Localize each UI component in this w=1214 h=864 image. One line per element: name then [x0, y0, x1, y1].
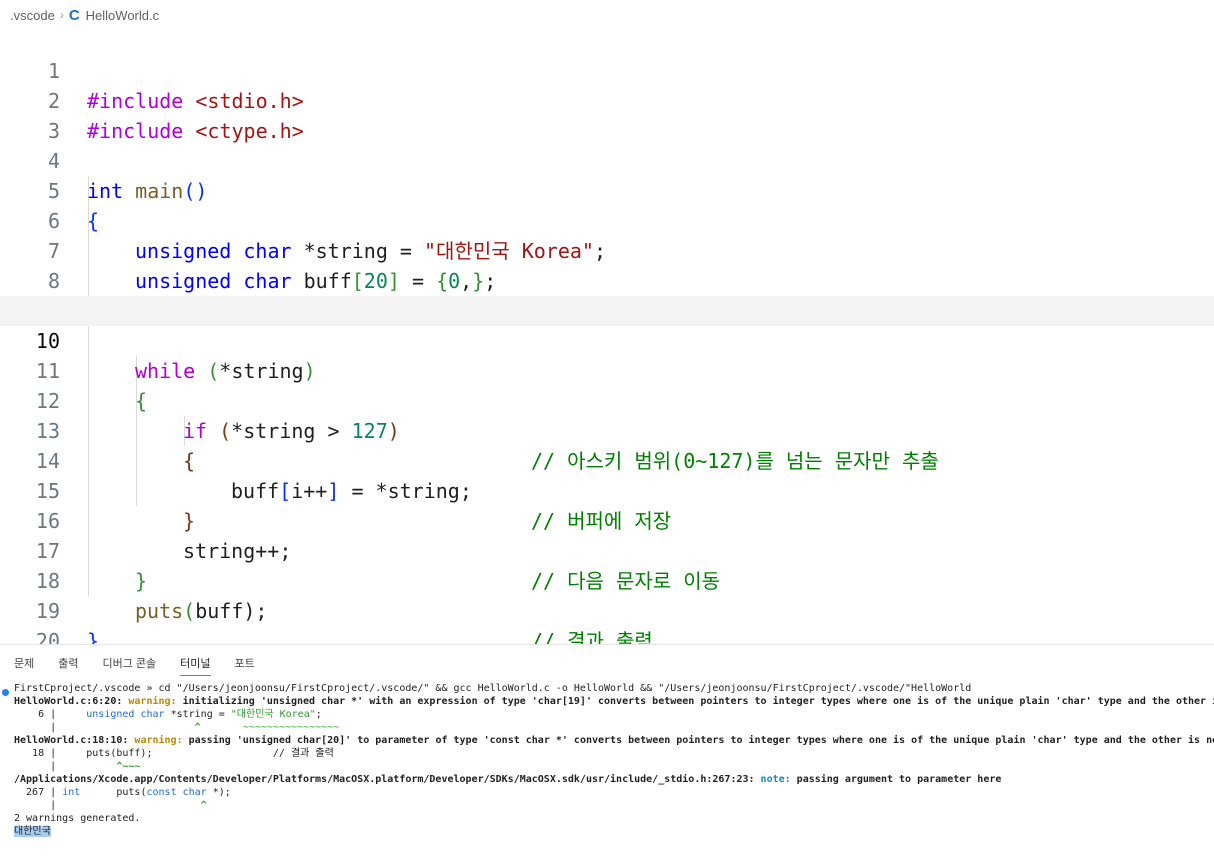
- terminal-caret-line: | ^ ~~~~~~~~~~~~~~~~: [14, 722, 340, 733]
- code-line[interactable]: 9: [0, 266, 1214, 323]
- terminal-caret-line: | ^~~~: [14, 761, 141, 772]
- bottom-panel: 문제 출력 디버그 콘솔 터미널 포트 FirstCproject/.vscod…: [0, 644, 1214, 841]
- code-line[interactable]: 8 int i = 0;: [0, 236, 1214, 323]
- code-line[interactable]: 2 #include <ctype.h>: [0, 56, 1214, 143]
- tab-debug-console[interactable]: 디버그 콘솔: [103, 655, 157, 676]
- terminal-output[interactable]: FirstCproject/.vscode » cd "/Users/jeonj…: [0, 682, 1214, 864]
- breadcrumb-folder[interactable]: .vscode: [10, 8, 55, 23]
- terminal-summary: 2 warnings generated.: [14, 813, 141, 824]
- code-line[interactable]: 6 unsigned char *string = "대한민국 Korea";: [0, 176, 1214, 263]
- code-line[interactable]: 11 {: [0, 326, 1214, 413]
- chevron-right-icon: ›: [59, 8, 64, 22]
- terminal-caret-line: | ^: [14, 800, 207, 811]
- terminal-program-output: 대한민국: [14, 826, 51, 837]
- code-line[interactable]: 16 string++; // 다음 문자로 이동: [0, 476, 1214, 593]
- code-line[interactable]: 3: [0, 86, 1214, 143]
- code-line[interactable]: 7 unsigned char buff[20] = {0,};: [0, 206, 1214, 293]
- terminal-warning-line: HelloWorld.c:6:20: warning: initializing…: [14, 696, 1214, 707]
- terminal-note-line: /Applications/Xcode.app/Contents/Develop…: [14, 774, 1002, 785]
- code-line[interactable]: 20: [0, 596, 1214, 653]
- code-line[interactable]: 19 }: [0, 566, 1214, 653]
- terminal-source-line: 6 | unsigned char *string = "대한민국 Korea"…: [14, 709, 322, 720]
- terminal-warning-line: HelloWorld.c:18:10: warning: passing 'un…: [14, 735, 1214, 746]
- tab-ports[interactable]: 포트: [235, 655, 255, 676]
- terminal-prompt: FirstCproject/.vscode » cd "/Users/jeonj…: [14, 683, 972, 694]
- code-line[interactable]: 12 if (*string > 127) // 아스키 범위(0~127)를 …: [0, 356, 1214, 473]
- code-line[interactable]: 4 int main(): [0, 116, 1214, 203]
- breadcrumb-file[interactable]: HelloWorld.c: [86, 8, 159, 23]
- code-line-current[interactable]: 10 while (*string): [0, 296, 1214, 383]
- tab-output[interactable]: 출력: [58, 655, 78, 676]
- c-file-icon: C: [68, 6, 80, 24]
- code-line[interactable]: 17 }: [0, 506, 1214, 593]
- tab-terminal[interactable]: 터미널: [180, 655, 211, 676]
- code-line[interactable]: 14 buff[i++] = *string; // 버퍼에 저장: [0, 416, 1214, 533]
- terminal-source-line: 267 | int puts(const char *);: [14, 787, 231, 798]
- tab-problems[interactable]: 문제: [14, 655, 34, 676]
- code-line[interactable]: 1 #include <stdio.h>: [0, 26, 1214, 113]
- panel-tabs: 문제 출력 디버그 콘솔 터미널 포트: [14, 655, 279, 676]
- code-line[interactable]: 13 {: [0, 386, 1214, 473]
- code-line[interactable]: 15 }: [0, 446, 1214, 533]
- code-editor[interactable]: 1 #include <stdio.h> 2 #include <ctype.h…: [0, 26, 1214, 653]
- code-line[interactable]: 18 puts(buff); // 결과 출력: [0, 536, 1214, 653]
- code-line[interactable]: 5 {: [0, 146, 1214, 233]
- terminal-source-line: 18 | puts(buff); // 결과 출력: [14, 748, 334, 759]
